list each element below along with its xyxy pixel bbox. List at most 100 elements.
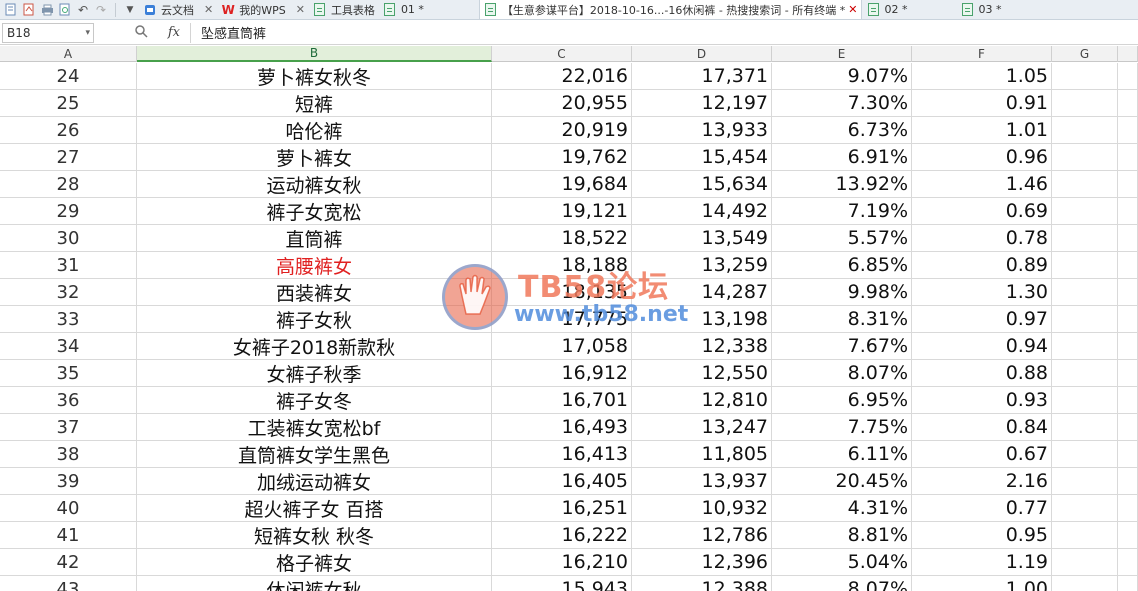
cell-keyword[interactable]: 直筒裤 [137,225,492,251]
cell-g[interactable] [1052,414,1118,440]
cell-g[interactable] [1052,522,1118,548]
cell-filler[interactable] [1118,63,1138,89]
cell-g[interactable] [1052,144,1118,170]
row-number[interactable]: 35 [0,360,137,386]
cell-f[interactable]: 1.00 [912,576,1052,591]
cell-d[interactable]: 12,338 [632,333,772,359]
cell-g[interactable] [1052,279,1118,305]
cell-filler[interactable] [1118,90,1138,116]
cell-f[interactable]: 0.77 [912,495,1052,521]
zoom-search-icon[interactable] [134,24,148,41]
cell-keyword[interactable]: 哈伦裤 [137,117,492,143]
cell-d[interactable]: 12,810 [632,387,772,413]
cell-keyword[interactable]: 裤子女宽松 [137,198,492,224]
cell-e[interactable]: 6.95% [772,387,912,413]
cell-e[interactable]: 8.31% [772,306,912,332]
cell-e[interactable]: 5.04% [772,549,912,575]
chevron-down-icon[interactable]: ▾ [85,28,90,38]
cell-f[interactable]: 0.89 [912,252,1052,278]
cell-filler[interactable] [1118,522,1138,548]
row-number[interactable]: 39 [0,468,137,494]
row-number[interactable]: 24 [0,63,137,89]
cell-f[interactable]: 0.97 [912,306,1052,332]
cell-d[interactable]: 13,259 [632,252,772,278]
column-header-a[interactable]: A [0,46,137,62]
row-number[interactable]: 41 [0,522,137,548]
cell-e[interactable]: 5.57% [772,225,912,251]
insert-function-button[interactable]: fx [168,25,180,40]
cell-keyword[interactable]: 高腰裤女 [137,252,492,278]
row-number[interactable]: 28 [0,171,137,197]
cell-c[interactable]: 16,222 [492,522,632,548]
cell-c[interactable]: 20,919 [492,117,632,143]
cell-filler[interactable] [1118,144,1138,170]
cell-d[interactable]: 15,454 [632,144,772,170]
cell-c[interactable]: 17,058 [492,333,632,359]
cell-d[interactable]: 13,933 [632,117,772,143]
cell-keyword[interactable]: 女裤子秋季 [137,360,492,386]
row-number[interactable]: 33 [0,306,137,332]
cell-f[interactable]: 1.19 [912,549,1052,575]
cell-e[interactable]: 7.67% [772,333,912,359]
close-icon[interactable]: ✕ [848,3,857,16]
cell-e[interactable]: 7.19% [772,198,912,224]
cell-g[interactable] [1052,495,1118,521]
cell-e[interactable]: 9.07% [772,63,912,89]
cell-g[interactable] [1052,468,1118,494]
cell-c[interactable]: 16,701 [492,387,632,413]
cell-keyword[interactable]: 女裤子2018新款秋 [137,333,492,359]
cell-e[interactable]: 7.30% [772,90,912,116]
cell-e[interactable]: 6.73% [772,117,912,143]
cell-keyword[interactable]: 休闲裤女秋 [137,576,492,591]
cell-c[interactable]: 16,413 [492,441,632,467]
cell-e[interactable]: 6.91% [772,144,912,170]
name-box[interactable]: B18 ▾ [2,22,94,43]
chevron-down-icon[interactable]: ▼ [121,1,139,19]
cell-filler[interactable] [1118,576,1138,591]
cell-c[interactable]: 15,943 [492,576,632,591]
cell-c[interactable]: 17,775 [492,306,632,332]
tab-sheet-03[interactable]: 03 * [956,0,1005,19]
row-number[interactable]: 26 [0,117,137,143]
close-icon[interactable]: ✕ [204,3,213,16]
cell-keyword[interactable]: 短裤女秋 秋冬 [137,522,492,548]
cell-c[interactable]: 18,135 [492,279,632,305]
cell-filler[interactable] [1118,414,1138,440]
cell-g[interactable] [1052,225,1118,251]
cell-d[interactable]: 13,549 [632,225,772,251]
cell-f[interactable]: 1.05 [912,63,1052,89]
cell-f[interactable]: 0.94 [912,333,1052,359]
row-number[interactable]: 25 [0,90,137,116]
cell-g[interactable] [1052,360,1118,386]
cell-filler[interactable] [1118,468,1138,494]
row-number[interactable]: 43 [0,576,137,591]
cell-e[interactable]: 8.07% [772,576,912,591]
cell-keyword[interactable]: 格子裤女 [137,549,492,575]
cell-d[interactable]: 12,396 [632,549,772,575]
cell-filler[interactable] [1118,198,1138,224]
cell-g[interactable] [1052,576,1118,591]
tab-cloud-docs[interactable]: 云文档 ✕ [139,0,217,19]
cell-e[interactable]: 8.07% [772,360,912,386]
row-number[interactable]: 31 [0,252,137,278]
cell-d[interactable]: 12,388 [632,576,772,591]
undo-icon[interactable]: ↶ [74,1,92,19]
cell-g[interactable] [1052,549,1118,575]
cell-g[interactable] [1052,333,1118,359]
cell-filler[interactable] [1118,360,1138,386]
column-header-e[interactable]: E [772,46,912,62]
cell-d[interactable]: 13,247 [632,414,772,440]
export-pdf-icon[interactable] [20,1,38,19]
new-doc-icon[interactable] [2,1,20,19]
print-preview-icon[interactable] [56,1,74,19]
print-icon[interactable] [38,1,56,19]
tab-sheet-01[interactable]: 01 * [379,0,479,19]
column-header-f[interactable]: F [912,46,1052,62]
cell-g[interactable] [1052,63,1118,89]
cell-keyword[interactable]: 萝卜裤女 [137,144,492,170]
cell-c[interactable]: 20,955 [492,90,632,116]
formula-input[interactable]: 坠感直筒裤 [190,22,1138,43]
cell-d[interactable]: 10,932 [632,495,772,521]
cell-f[interactable]: 2.16 [912,468,1052,494]
cell-keyword[interactable]: 加绒运动裤女 [137,468,492,494]
